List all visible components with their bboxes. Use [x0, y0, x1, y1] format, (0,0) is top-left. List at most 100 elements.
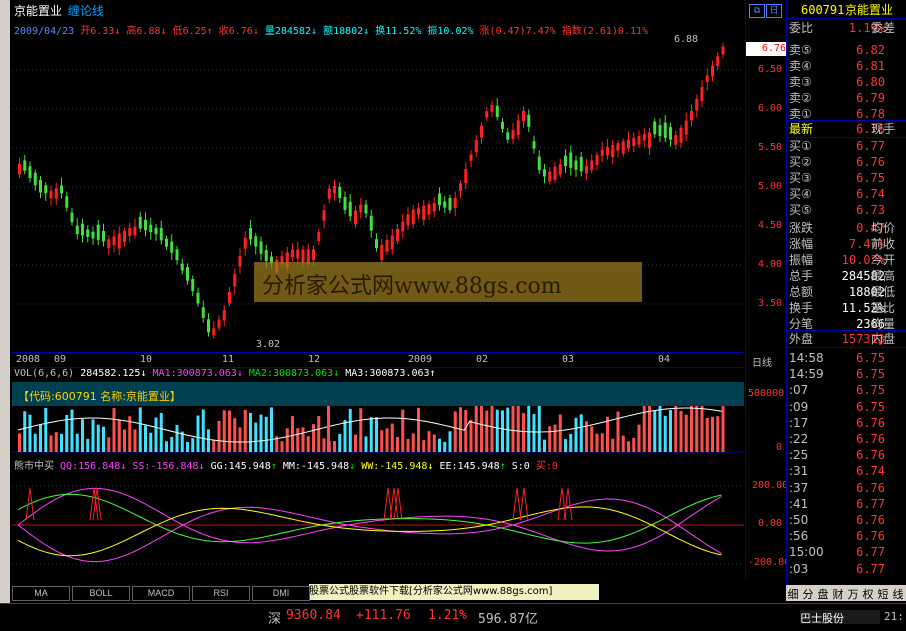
footer-banner[interactable]: 股票公式股票软件下载[分析家公式网www.88gs.com]: [309, 584, 599, 600]
volume-bar: [364, 436, 368, 452]
candle-body: [432, 202, 436, 212]
last-label: 最新: [789, 122, 814, 136]
tick-row-value: 6.76: [856, 415, 885, 430]
candle-body: [81, 223, 84, 236]
watermark-box: 分析家公式网www.88gs.com: [254, 262, 642, 302]
volume-bar: [149, 432, 153, 452]
tick-row-label: :07: [789, 383, 809, 398]
open-value: 6.33: [90, 26, 115, 37]
stat-row: 涨跌 0.47 均价: [787, 220, 906, 236]
volume-bar: [522, 413, 525, 452]
candle-body: [49, 190, 53, 199]
volume-bar: [375, 417, 378, 452]
high-value: 6.88: [136, 26, 161, 37]
volume-bar: [238, 427, 242, 452]
ind-axis-tick: 200.00: [752, 480, 789, 491]
candle-body: [312, 249, 315, 261]
candle-body: [637, 135, 641, 145]
sell-row-label: 卖③: [789, 75, 812, 89]
candle-body: [33, 172, 37, 186]
volume-bar: [317, 416, 321, 452]
buy-row-value: 6.75: [856, 171, 885, 185]
tick-row-value: 6.76: [856, 529, 885, 544]
sell-row-value: 6.81: [856, 59, 885, 73]
buy-row: 买② 6.76: [787, 154, 906, 170]
tick-row-label: 14:58: [789, 351, 824, 365]
panel-tab[interactable]: 线: [891, 586, 905, 601]
stat-row: 振幅 10.02% 今开: [787, 252, 906, 268]
volume-bar: [96, 424, 100, 452]
status-time: 21:: [884, 610, 904, 623]
volume-bar: [212, 439, 216, 452]
volume-bar: [144, 425, 147, 452]
time-tick: 11: [222, 354, 235, 365]
date-box-icon[interactable]: 日: [766, 4, 782, 18]
candle-body: [91, 231, 95, 239]
buy-signal-spike: [393, 487, 403, 521]
tick-row-value: 6.75: [856, 351, 885, 365]
vol-ma2: MA2:300873.063: [248, 368, 334, 379]
volume-bar: [60, 433, 63, 452]
candle-body: [333, 185, 336, 194]
panel-tab[interactable]: 细: [786, 586, 800, 601]
panel-tab[interactable]: 分: [801, 586, 815, 601]
candle-body: [401, 221, 405, 232]
weibi-label: 委比: [789, 21, 814, 35]
volume-bar: [117, 419, 121, 452]
volume-bar: [348, 408, 352, 452]
stat-row-label: 振幅: [789, 253, 814, 267]
tick-row: :37 6.76: [787, 480, 906, 496]
indicator-ww-line: [17, 506, 722, 557]
candle-body: [600, 149, 604, 156]
period-label[interactable]: 日线: [752, 354, 772, 369]
chart-area[interactable]: 京能置业 缠论线 2009/04/23 开6.33↓ 高6.88↓ 低6.25↑…: [12, 0, 744, 600]
panel-tab[interactable]: 权: [861, 586, 875, 601]
low-value: 6.25: [182, 26, 207, 37]
candle-body: [207, 319, 210, 333]
panel-tab[interactable]: 财: [831, 586, 845, 601]
tab-boll[interactable]: BOLL: [72, 586, 130, 601]
panel-tab[interactable]: 盘: [816, 586, 830, 601]
sell-row-label: 卖⑤: [789, 43, 812, 57]
turn-label: 换: [375, 26, 386, 37]
volume-bar: [243, 409, 247, 452]
panel-tab[interactable]: 万: [846, 586, 860, 601]
buy-row: 买⑤ 6.73: [787, 202, 906, 218]
candle-body: [621, 141, 625, 154]
sell-row-value: 6.82: [856, 43, 885, 57]
volume-bar: [65, 414, 69, 452]
status-stock[interactable]: 巴士股份: [800, 610, 880, 625]
candle-body: [663, 122, 667, 138]
stat-row-right: 最低: [871, 285, 896, 299]
tick-row-value: 6.77: [856, 545, 885, 560]
candle-body: [658, 125, 662, 137]
tick-row: :03 6.77: [787, 561, 906, 577]
high-marker: 6.88: [674, 34, 699, 45]
panel-tab[interactable]: 短: [876, 586, 890, 601]
stat-row-right: 量比: [871, 301, 896, 315]
weibi-row: 委比 1.19% 委差: [787, 20, 906, 36]
volume-bar: [191, 438, 195, 452]
tick-row-label: :41: [789, 496, 809, 511]
price-tick: 5.50: [758, 142, 783, 153]
time-axis: 2008 09 10 11 12 2009 02 03 04: [12, 352, 744, 368]
candle-body: [186, 267, 189, 281]
candle-body: [679, 127, 683, 143]
tab-rsi[interactable]: RSI: [192, 586, 250, 601]
tab-ma[interactable]: MA: [12, 586, 70, 601]
status-pct: 1.21%: [428, 608, 468, 623]
vol-axis-tick: 500000: [748, 388, 785, 399]
window-restore-icon[interactable]: ⧉: [749, 4, 765, 18]
indicator-buy: 买:0: [535, 461, 558, 472]
tab-dmi[interactable]: DMI: [252, 586, 310, 601]
candle-body: [112, 236, 116, 246]
tick-row-label: :22: [789, 432, 809, 446]
candle-body: [485, 111, 489, 118]
candle-body: [700, 86, 704, 101]
volume-bar: [653, 410, 657, 452]
sell-row-label: 卖②: [789, 91, 812, 105]
candle-body: [490, 104, 494, 112]
tab-macd[interactable]: MACD: [132, 586, 190, 601]
candle-body: [196, 292, 200, 304]
candle-body: [532, 141, 536, 149]
